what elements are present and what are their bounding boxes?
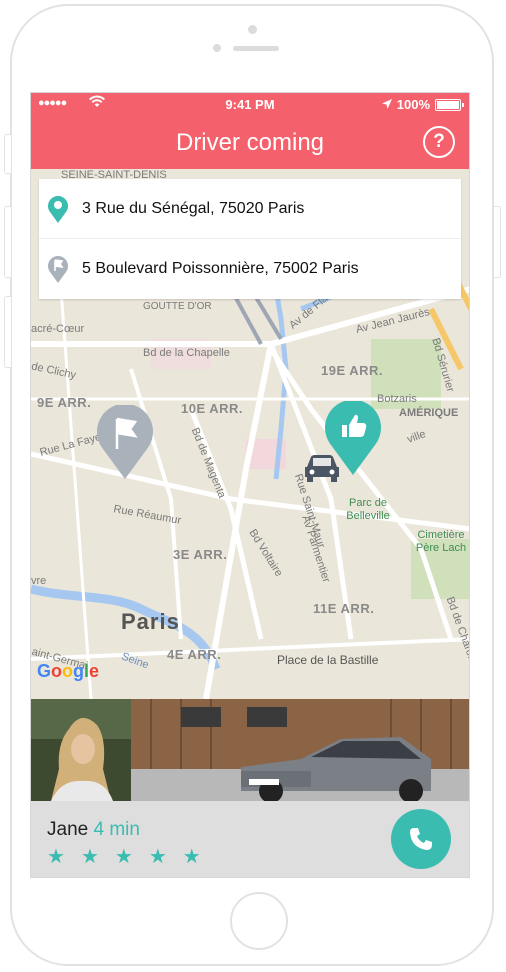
route-card: 3 Rue du Sénégal, 75020 Paris 5 Boulevar…	[39, 179, 461, 299]
map-label-3e-arr: 3E ARR.	[173, 547, 228, 562]
star-icon: ★	[47, 846, 65, 868]
map-label-cimetiere: Cimetière Père Lach	[415, 529, 467, 554]
map-label-louvre: vre	[31, 575, 47, 587]
car-marker-icon	[303, 453, 341, 488]
star-icon: ★	[114, 846, 133, 868]
call-driver-button[interactable]	[391, 809, 451, 869]
map-label-19e-arr: 19E ARR.	[321, 363, 384, 378]
map-label-9e-arr: 9E ARR.	[37, 395, 92, 410]
map-label-11e-arr: 11E ARR.	[313, 601, 375, 616]
map-label-bd-chapelle: Bd de la Chapelle	[143, 347, 230, 359]
destination-address: 5 Boulevard Poissonnière, 75002 Paris	[82, 260, 359, 277]
map-label-goutte-dor: GOUTTE D'OR	[143, 301, 212, 312]
status-bar: ●●●●● 9:41 PM 100%	[31, 93, 469, 115]
driver-summary: Jane 4 min	[47, 819, 140, 841]
driver-eta: 4 min	[93, 819, 140, 840]
pickup-address-row[interactable]: 3 Rue du Sénégal, 75020 Paris	[39, 179, 461, 239]
map-label-botzaris: Botzaris	[377, 393, 417, 405]
volume-down-button	[4, 296, 11, 368]
earpiece-speaker	[233, 46, 279, 51]
destination-marker-icon[interactable]	[97, 403, 153, 484]
map-label-parc-belleville: Parc de Belleville	[346, 497, 390, 522]
car-photo	[131, 699, 469, 801]
app-screen: ●●●●● 9:41 PM 100% Driver coming ? SEINE…	[30, 92, 470, 878]
map-label-paris: Paris	[121, 609, 180, 634]
driver-photos	[31, 699, 469, 801]
front-camera	[248, 25, 257, 34]
map-label-4e-arr: 4E ARR.	[167, 647, 222, 662]
map-label-10e-arr: 10E ARR.	[181, 401, 244, 416]
location-arrow-icon	[381, 97, 392, 112]
proximity-sensor	[213, 44, 221, 52]
destination-address-row[interactable]: 5 Boulevard Poissonnière, 75002 Paris	[39, 239, 461, 299]
mute-switch	[4, 134, 11, 174]
driver-rating: ★ ★ ★ ★ ★	[47, 847, 201, 867]
page-title: Driver coming	[175, 129, 325, 156]
help-button[interactable]: ?	[423, 126, 455, 158]
question-icon: ?	[433, 131, 445, 152]
driver-avatar[interactable]	[31, 699, 131, 801]
star-icon: ★	[182, 846, 201, 868]
map-label-sacre-coeur: acré-Cœur	[31, 323, 85, 335]
star-icon: ★	[148, 846, 167, 868]
nav-bar: Driver coming ?	[31, 115, 469, 169]
pickup-pin-icon	[47, 195, 69, 228]
destination-pin-icon	[47, 255, 69, 288]
driver-info-bar: Jane 4 min ★ ★ ★ ★ ★	[31, 801, 469, 877]
driver-name: Jane	[47, 819, 89, 840]
power-button	[494, 206, 501, 278]
volume-up-button	[4, 206, 11, 278]
battery-percent: 100%	[396, 97, 430, 112]
map-label-amerique: AMÉRIQUE	[399, 407, 459, 419]
battery-icon	[435, 98, 464, 111]
pickup-address: 3 Rue du Sénégal, 75020 Paris	[82, 200, 305, 217]
star-icon: ★	[80, 846, 99, 868]
map-view[interactable]: SEINE-SAINT-DENIS GOUTTE D'OR acré-Cœur …	[31, 169, 469, 699]
home-button[interactable]	[230, 892, 288, 950]
map-label-place-bastille: Place de la Bastille	[277, 653, 379, 667]
phone-icon	[407, 825, 435, 858]
driver-panel: Jane 4 min ★ ★ ★ ★ ★	[31, 699, 469, 877]
google-logo: Google	[37, 661, 100, 681]
